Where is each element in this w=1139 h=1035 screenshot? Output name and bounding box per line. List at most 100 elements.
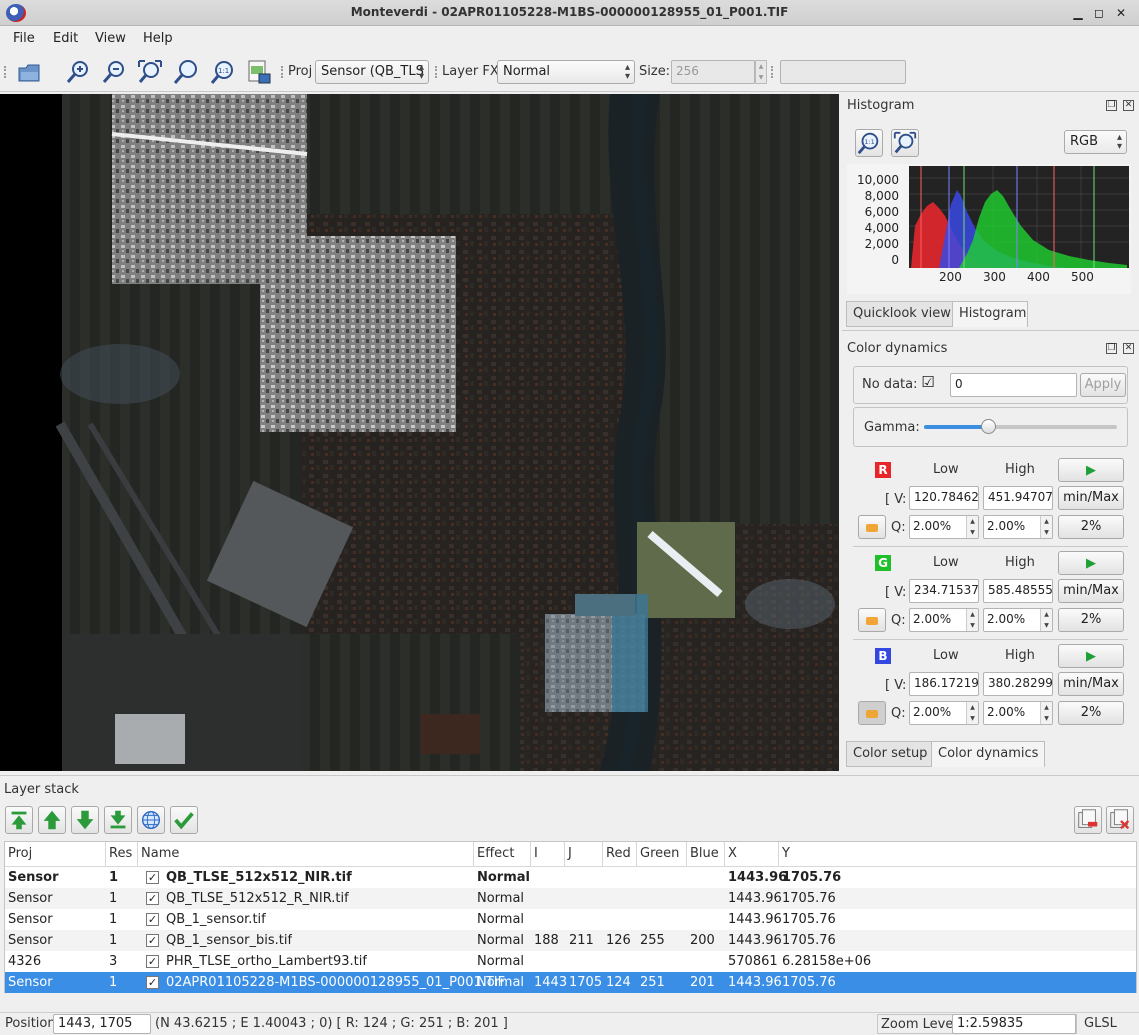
- tab-color-setup[interactable]: Color setup: [846, 741, 935, 767]
- export-image-icon[interactable]: [245, 58, 273, 86]
- spin-arrows-icon[interactable]: ▲ ▼: [966, 609, 978, 631]
- layer-visible-checkbox[interactable]: ✓: [146, 871, 159, 884]
- secondary-input[interactable]: [780, 60, 906, 84]
- channel-r-play-button[interactable]: ▶: [1058, 458, 1124, 482]
- channel-b-v-high[interactable]: 380.282992: [983, 672, 1053, 696]
- delete-layer-icon[interactable]: [1074, 806, 1102, 834]
- column-header-y[interactable]: Y: [779, 842, 1136, 866]
- tab-histogram[interactable]: Histogram: [952, 301, 1028, 327]
- channel-r-v-high[interactable]: 451.947077: [983, 486, 1053, 510]
- channel-b-link-button[interactable]: [858, 701, 886, 725]
- histogram-zoom-1-1-icon[interactable]: 1:1: [855, 129, 883, 157]
- channel-b-2pct-button[interactable]: 2%: [1058, 701, 1124, 725]
- projection-globe-icon[interactable]: [137, 806, 165, 834]
- zoom-out-icon[interactable]: [100, 58, 128, 86]
- channel-r-v-low[interactable]: 120.784620: [909, 486, 979, 510]
- histogram-mode-select[interactable]: RGB ▴ ▾: [1064, 130, 1127, 154]
- histogram-zoom-extent-icon[interactable]: [891, 129, 919, 157]
- column-header-name[interactable]: Name: [138, 842, 474, 866]
- column-header-green[interactable]: Green: [637, 842, 687, 866]
- spin-arrows-icon[interactable]: ▲ ▼: [966, 516, 978, 538]
- close-dock-icon[interactable]: ✕: [1123, 100, 1134, 111]
- toolbar-grip[interactable]: [4, 66, 7, 78]
- channel-b-v-low[interactable]: 186.172190: [909, 672, 979, 696]
- spin-arrows-icon[interactable]: ▲ ▼: [1040, 702, 1052, 724]
- channel-g-q-low[interactable]: 2.00% ▲ ▼: [909, 608, 979, 632]
- zoom-extent-icon[interactable]: [136, 58, 164, 86]
- spin-arrows-icon[interactable]: ▲ ▼: [1040, 609, 1052, 631]
- zoom-1-1-icon[interactable]: 1:1: [209, 58, 237, 86]
- image-viewer[interactable]: [0, 94, 839, 771]
- channel-g-2pct-button[interactable]: 2%: [1058, 608, 1124, 632]
- apply-all-check-icon[interactable]: [170, 806, 198, 834]
- channel-r-q-low[interactable]: 2.00% ▲ ▼: [909, 515, 979, 539]
- apply-button[interactable]: Apply: [1080, 373, 1126, 397]
- gamma-slider-handle[interactable]: [980, 419, 996, 434]
- nodata-input[interactable]: 0: [950, 373, 1077, 397]
- channel-r-link-button[interactable]: [858, 515, 886, 539]
- toolbar-grip[interactable]: [281, 66, 284, 78]
- column-header-i[interactable]: I: [531, 842, 565, 866]
- move-up-icon[interactable]: [38, 806, 66, 834]
- layer-visible-checkbox[interactable]: ✓: [146, 976, 159, 989]
- delete-all-layers-icon[interactable]: [1106, 806, 1134, 834]
- column-header-effect[interactable]: Effect: [474, 842, 531, 866]
- table-row[interactable]: ✓ Sensor 1 QB_TLSE_512x512_NIR.tif Normal 144…: [5, 867, 1136, 888]
- channel-b-q-high[interactable]: 2.00% ▲ ▼: [983, 701, 1053, 725]
- layer-visible-checkbox[interactable]: ✓: [146, 934, 159, 947]
- menu-help[interactable]: Help: [143, 31, 173, 46]
- channel-b-minmax-button[interactable]: min/Max: [1058, 672, 1124, 696]
- channel-g-minmax-button[interactable]: min/Max: [1058, 579, 1124, 603]
- float-dock-icon[interactable]: ❐: [1106, 100, 1117, 111]
- column-header-blue[interactable]: Blue: [687, 842, 725, 866]
- channel-r-2pct-button[interactable]: 2%: [1058, 515, 1124, 539]
- tab-quicklook-view[interactable]: Quicklook view: [846, 301, 958, 327]
- size-input[interactable]: 256: [671, 60, 755, 84]
- move-down-icon[interactable]: [71, 806, 99, 834]
- table-row[interactable]: ✓ Sensor 1 02APR01105228-M1BS-000000128955_…: [5, 972, 1136, 993]
- minimize-button[interactable]: ▁: [1069, 4, 1087, 22]
- layer-visible-checkbox[interactable]: ✓: [146, 955, 159, 968]
- move-to-top-icon[interactable]: [5, 806, 33, 834]
- table-row[interactable]: ✓ 4326 3 PHR_TLSE_ortho_Lambert93.tif Normal…: [5, 951, 1136, 972]
- toolbar-grip[interactable]: [435, 66, 438, 78]
- channel-r-q-high[interactable]: 2.00% ▲ ▼: [983, 515, 1053, 539]
- table-row[interactable]: ✓ Sensor 1 QB_1_sensor.tif Normal 1443.96 1705…: [5, 909, 1136, 930]
- column-header-x[interactable]: X: [725, 842, 779, 866]
- menu-view[interactable]: View: [95, 31, 126, 46]
- menu-file[interactable]: File: [13, 31, 35, 46]
- proj-select[interactable]: Sensor (QB_TLS ▴ ▾: [315, 60, 429, 84]
- channel-g-v-low[interactable]: 234.715372: [909, 579, 979, 603]
- table-row[interactable]: ✓ Sensor 1 QB_TLSE_512x512_R_NIR.tif Normal 1…: [5, 888, 1136, 909]
- channel-b-play-button[interactable]: ▶: [1058, 644, 1124, 668]
- toolbar-grip[interactable]: [771, 66, 774, 78]
- close-dock-icon[interactable]: ✕: [1123, 343, 1134, 354]
- column-header-j[interactable]: J: [565, 842, 603, 866]
- maximize-button[interactable]: ◻: [1090, 4, 1108, 22]
- layerfx-select[interactable]: Normal ▴ ▾: [497, 60, 635, 84]
- channel-g-v-high[interactable]: 585.485559: [983, 579, 1053, 603]
- layer-visible-checkbox[interactable]: ✓: [146, 892, 159, 905]
- column-header-red[interactable]: Red: [603, 842, 637, 866]
- menu-edit[interactable]: Edit: [53, 31, 78, 46]
- gamma-slider[interactable]: [924, 419, 1117, 434]
- tab-color-dynamics[interactable]: Color dynamics: [931, 741, 1046, 767]
- layer-visible-checkbox[interactable]: ✓: [146, 913, 159, 926]
- channel-g-q-high[interactable]: 2.00% ▲ ▼: [983, 608, 1053, 632]
- zoom-full-icon[interactable]: [172, 58, 200, 86]
- column-header-proj[interactable]: Proj: [5, 842, 106, 866]
- move-to-bottom-icon[interactable]: [104, 806, 132, 834]
- channel-g-link-button[interactable]: [858, 608, 886, 632]
- open-file-icon[interactable]: [15, 58, 43, 86]
- column-header-res[interactable]: Res: [106, 842, 138, 866]
- spin-arrows-icon[interactable]: ▲ ▼: [966, 702, 978, 724]
- size-spinner[interactable]: ▲ ▼: [755, 60, 767, 84]
- channel-b-q-low[interactable]: 2.00% ▲ ▼: [909, 701, 979, 725]
- nodata-checkbox[interactable]: ☑: [921, 375, 935, 391]
- float-dock-icon[interactable]: ❐: [1106, 343, 1117, 354]
- channel-r-minmax-button[interactable]: min/Max: [1058, 486, 1124, 510]
- close-window-button[interactable]: ✕: [1112, 4, 1130, 22]
- table-row[interactable]: ✓ Sensor 1 QB_1_sensor_bis.tif Normal 188 211 1…: [5, 930, 1136, 951]
- zoom-in-icon[interactable]: [64, 58, 92, 86]
- spin-arrows-icon[interactable]: ▲ ▼: [1040, 516, 1052, 538]
